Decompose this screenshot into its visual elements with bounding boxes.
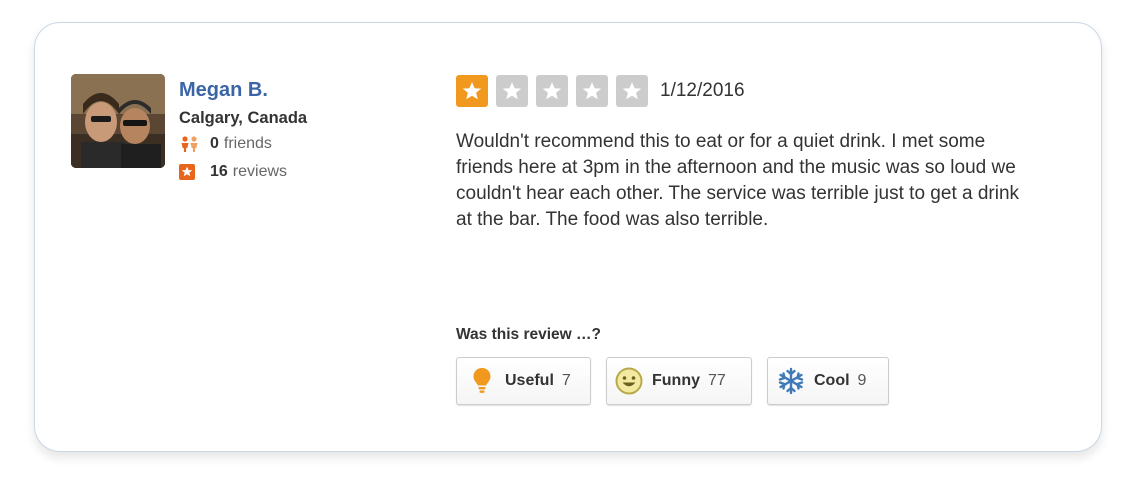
cool-label: Cool [814, 372, 850, 389]
useful-count: 7 [561, 372, 571, 389]
friends-icon [179, 136, 201, 152]
reviewer-location: Calgary, Canada [179, 109, 308, 127]
useful-button[interactable]: Useful 7 [456, 357, 591, 405]
friends-label: friends [223, 135, 272, 152]
friends-count: 0 [210, 135, 219, 152]
reviews-label: reviews [232, 163, 288, 180]
snowflake-icon [777, 367, 805, 395]
avatar[interactable] [71, 74, 165, 168]
funny-button[interactable]: Funny 77 [606, 357, 752, 405]
funny-label: Funny [652, 372, 700, 389]
star-icon-empty [536, 75, 568, 107]
star-icon-empty [496, 75, 528, 107]
avatar-photo [71, 74, 165, 168]
review-date: 1/12/2016 [660, 80, 745, 101]
cool-count: 9 [857, 372, 867, 389]
vote-prompt: Was this review …? [456, 326, 601, 343]
review-text: Wouldn't recommend this to eat or for a … [456, 131, 1020, 230]
review-star-icon [179, 164, 201, 180]
smiley-icon [615, 367, 643, 395]
star-icon-filled [456, 75, 488, 107]
lightbulb-icon [468, 367, 496, 395]
reviews-count: 16 [210, 163, 228, 180]
funny-count: 77 [708, 372, 726, 389]
reviews-stat: 16 reviews [179, 163, 287, 181]
star-icon-empty [616, 75, 648, 107]
star-rating: 1/12/2016 [456, 75, 745, 107]
useful-label: Useful [505, 372, 554, 389]
reviewer-name[interactable]: Megan B. [179, 79, 268, 102]
friends-stat: 0 friends [179, 135, 272, 153]
star-icon-empty [576, 75, 608, 107]
cool-button[interactable]: Cool 9 [767, 357, 889, 405]
review-card: Megan B. Calgary, Canada 0 friends 16 re… [34, 22, 1102, 452]
